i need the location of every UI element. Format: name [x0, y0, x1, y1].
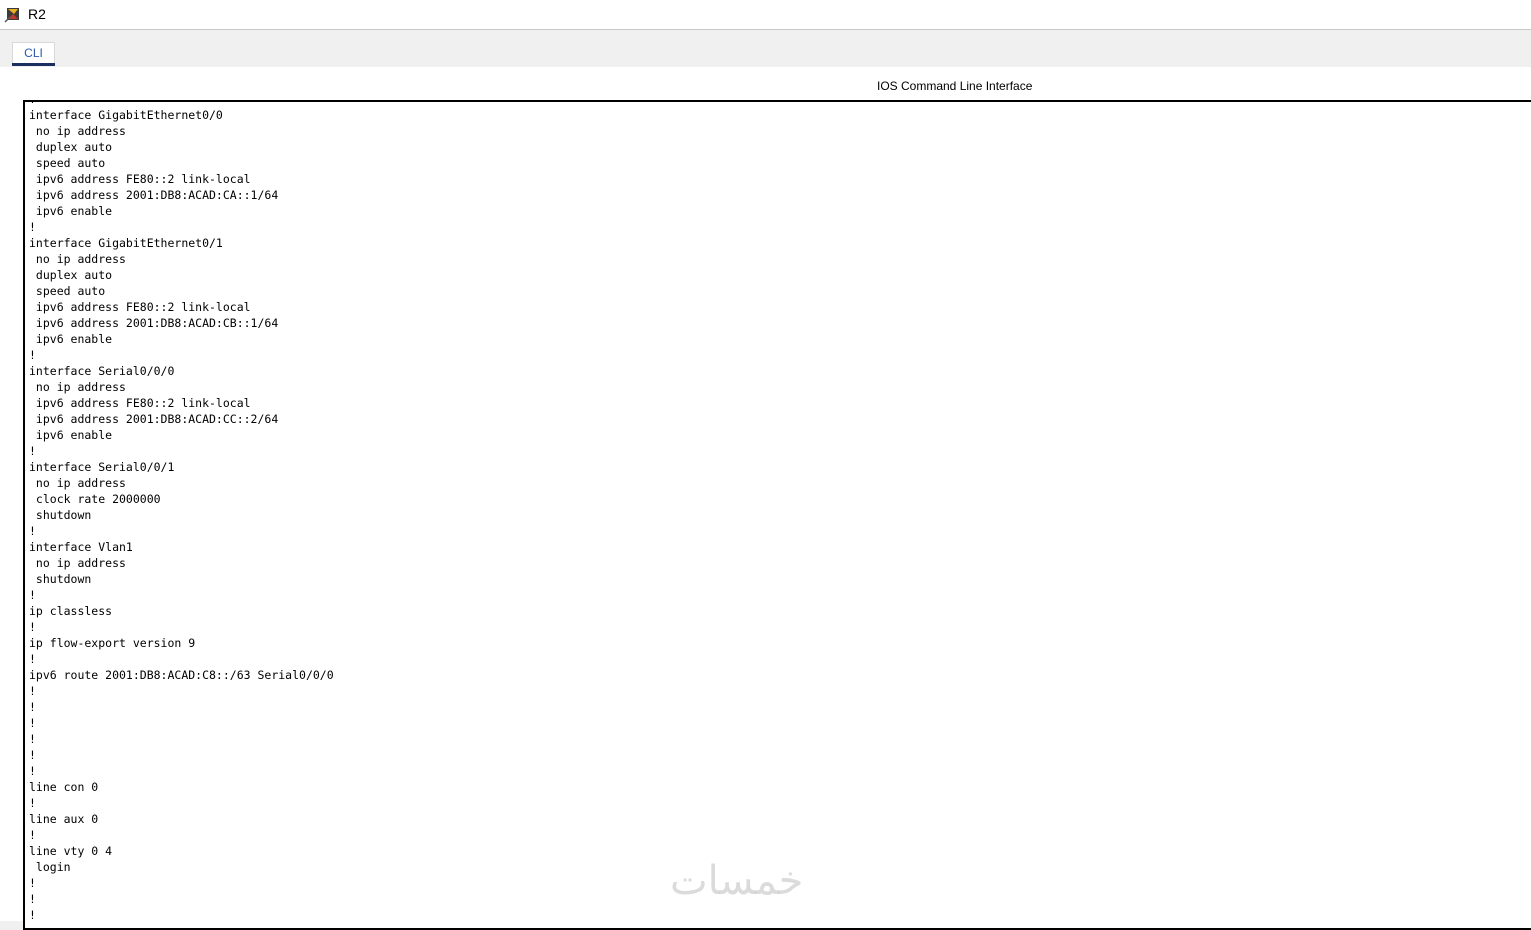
- cli-line: !: [29, 588, 36, 602]
- cli-line: ipv6 address 2001:DB8:ACAD:CA::1/64: [35, 188, 279, 202]
- cli-line: !: [29, 348, 36, 362]
- cli-line: !: [29, 892, 36, 906]
- cli-line: !: [29, 828, 36, 842]
- cli-line: ipv6 route 2001:DB8:ACAD:C8::/63 Serial0…: [29, 668, 334, 682]
- cli-line: no ip address: [35, 556, 126, 570]
- cli-content-area: IOS Command Line Interface ! interface G…: [0, 67, 1531, 930]
- cli-line: !: [29, 796, 36, 810]
- cli-line: shutdown: [35, 508, 92, 522]
- cli-line: interface Vlan1: [29, 540, 133, 554]
- cli-output: ! interface GigabitEthernet0/0 no ip add…: [29, 102, 334, 923]
- cli-line: ipv6 enable: [35, 332, 113, 346]
- cli-line: login: [35, 860, 71, 874]
- cli-line: no ip address: [35, 380, 126, 394]
- cli-line: ipv6 address FE80::2 link-local: [35, 172, 251, 186]
- cli-line: !: [29, 732, 36, 746]
- tab-cli-active-indicator: [12, 63, 55, 66]
- cli-line: !: [29, 652, 36, 666]
- cli-line: !: [29, 748, 36, 762]
- cli-line: !: [29, 876, 36, 890]
- cli-line: shutdown: [35, 572, 92, 586]
- cli-line: !: [29, 908, 36, 922]
- cli-line: !: [29, 764, 36, 778]
- cli-line: !: [29, 444, 36, 458]
- cli-line: ipv6 enable: [35, 428, 113, 442]
- window-title: R2: [28, 6, 46, 22]
- watermark-logo: خمسات: [670, 858, 804, 904]
- cli-line: !: [29, 220, 36, 234]
- cli-line: line con 0: [29, 780, 99, 794]
- cli-line: line vty 0 4: [29, 844, 113, 858]
- cli-line: !: [29, 102, 36, 106]
- cli-line: ipv6 address 2001:DB8:ACAD:CB::1/64: [35, 316, 279, 330]
- cli-line: duplex auto: [35, 268, 113, 282]
- cli-line: no ip address: [35, 252, 126, 266]
- cli-terminal[interactable]: ! interface GigabitEthernet0/0 no ip add…: [23, 100, 1531, 930]
- tab-cli[interactable]: CLI: [12, 42, 55, 64]
- cli-line: !: [29, 716, 36, 730]
- cli-line: !: [29, 700, 36, 714]
- router-app-icon: [4, 8, 19, 23]
- cli-line: interface Serial0/0/1: [29, 460, 175, 474]
- cli-line: line aux 0: [29, 812, 99, 826]
- cli-line: interface GigabitEthernet0/1: [29, 236, 223, 250]
- window-titlebar: R2: [0, 0, 1531, 30]
- cli-line: !: [29, 620, 36, 634]
- cli-line: !: [29, 684, 36, 698]
- cli-line: ipv6 address 2001:DB8:ACAD:CC::2/64: [35, 412, 279, 426]
- cli-line: interface GigabitEthernet0/0: [29, 108, 223, 122]
- cli-line: speed auto: [35, 156, 106, 170]
- cli-line: ipv6 enable: [35, 204, 113, 218]
- cli-line: ip flow-export version 9: [29, 636, 196, 650]
- cli-line: speed auto: [35, 284, 106, 298]
- cli-line: clock rate 2000000: [35, 492, 161, 506]
- cli-line: ip classless: [29, 604, 113, 618]
- tab-bar: CLI: [0, 30, 1531, 68]
- cli-line: no ip address: [35, 124, 126, 138]
- cli-line: interface Serial0/0/0: [29, 364, 175, 378]
- cli-line: duplex auto: [35, 140, 113, 154]
- cli-line: ipv6 address FE80::2 link-local: [35, 300, 251, 314]
- cli-line: ipv6 address FE80::2 link-local: [35, 396, 251, 410]
- panel-title: IOS Command Line Interface: [877, 79, 1033, 93]
- cli-line: !: [29, 524, 36, 538]
- cli-line: no ip address: [35, 476, 126, 490]
